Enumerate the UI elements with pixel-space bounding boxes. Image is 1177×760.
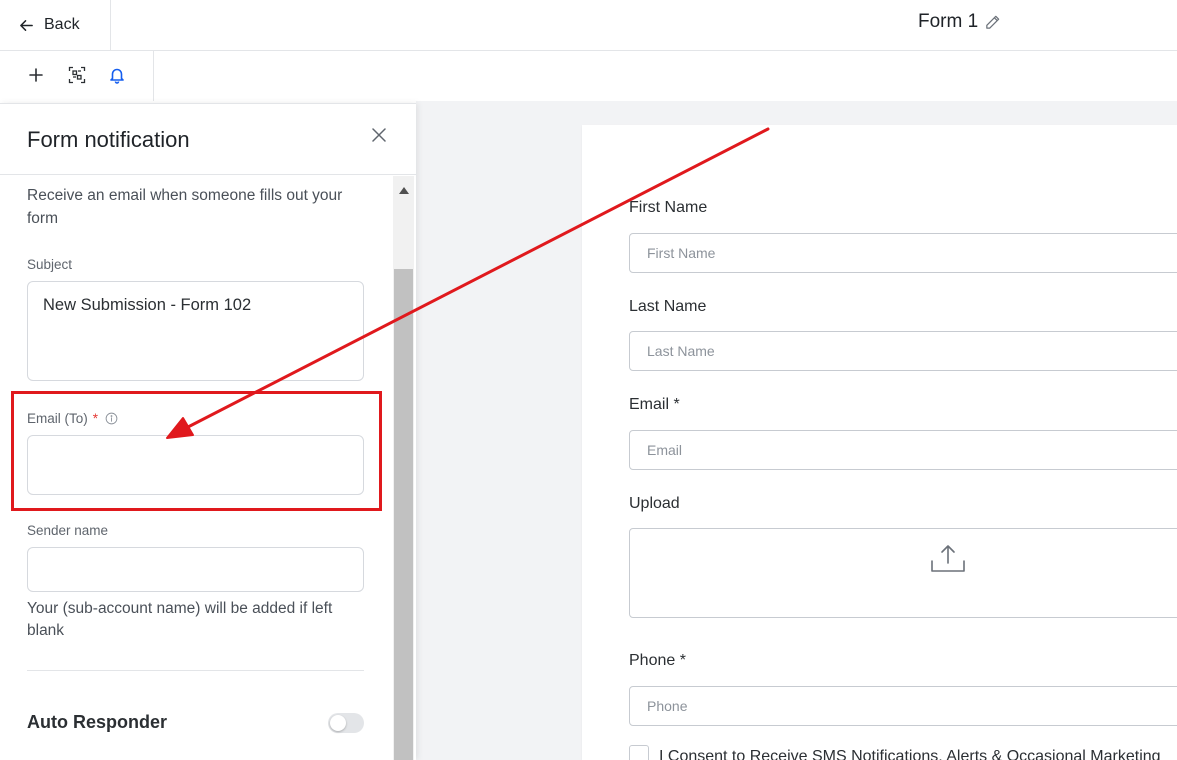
first-name-placeholder: First Name [647, 245, 716, 261]
upload-icon [931, 545, 965, 572]
email-to-label-row: Email (To) * [27, 411, 118, 426]
close-icon [372, 128, 386, 142]
sender-name-label: Sender name [27, 523, 109, 538]
email-to-input[interactable] [27, 435, 364, 495]
qr-scan-icon [68, 66, 86, 84]
last-name-label: Last Name [629, 298, 707, 315]
subject-label: Subject [27, 257, 73, 272]
pencil-icon[interactable] [984, 14, 1001, 31]
auto-responder-toggle[interactable] [328, 713, 364, 733]
sender-help-text: Your (sub-account name) will be added if… [27, 600, 333, 639]
toggle-knob [330, 715, 346, 731]
email-field-label: Email * [629, 396, 680, 413]
form-title: Form 1 [918, 11, 1001, 33]
subject-input[interactable]: New Submission - Form 102 [27, 281, 364, 381]
upload-dropzone[interactable] [629, 528, 1177, 618]
scroll-up-arrow[interactable] [393, 182, 414, 198]
phone-label: Phone * [629, 652, 686, 669]
last-name-placeholder: Last Name [647, 343, 715, 359]
first-name-label: First Name [629, 199, 708, 216]
panel-title: Form notification [27, 127, 190, 152]
arrow-left-icon [20, 19, 33, 31]
info-icon[interactable] [105, 412, 118, 425]
phone-placeholder: Phone [647, 698, 688, 714]
panel-divider [27, 670, 364, 671]
sms-consent-text: I Consent to Receive SMS Notifications, … [659, 748, 1161, 760]
builder-toolbar [0, 51, 154, 101]
panel-scrollbar[interactable] [393, 176, 414, 760]
sender-name-input[interactable] [27, 547, 364, 592]
email-to-label: Email (To) [27, 411, 88, 426]
add-element-button[interactable] [24, 63, 48, 87]
triangle-up-icon [398, 186, 409, 194]
sms-consent-row: I Consent to Receive SMS Notifications, … [629, 745, 1177, 760]
add-icon [29, 68, 43, 82]
qr-scan-button[interactable] [65, 63, 89, 87]
last-name-input[interactable]: Last Name [629, 331, 1177, 371]
email-field-placeholder: Email [647, 442, 683, 458]
back-button[interactable]: Back [0, 0, 111, 50]
sms-consent-checkbox[interactable] [629, 745, 649, 760]
panel-header: Form notification [0, 104, 416, 175]
bell-icon [110, 68, 124, 84]
scroll-thumb[interactable] [394, 269, 413, 760]
panel-description: Receive an email when someone fills out … [27, 187, 343, 227]
email-field-input[interactable]: Email [629, 430, 1177, 470]
form-title-text: Form 1 [918, 11, 979, 32]
required-asterisk: * [92, 411, 99, 426]
auto-responder-label: Auto Responder [27, 712, 168, 732]
top-header: Back Form 1 [0, 0, 1177, 51]
close-panel-button[interactable] [369, 125, 389, 145]
first-name-input[interactable]: First Name [629, 233, 1177, 273]
upload-label: Upload [629, 495, 680, 512]
form-notification-panel: Form notification Receive an email when … [0, 103, 416, 760]
phone-input[interactable]: Phone [629, 686, 1177, 726]
back-label: Back [44, 16, 80, 33]
notification-button[interactable] [105, 63, 129, 87]
